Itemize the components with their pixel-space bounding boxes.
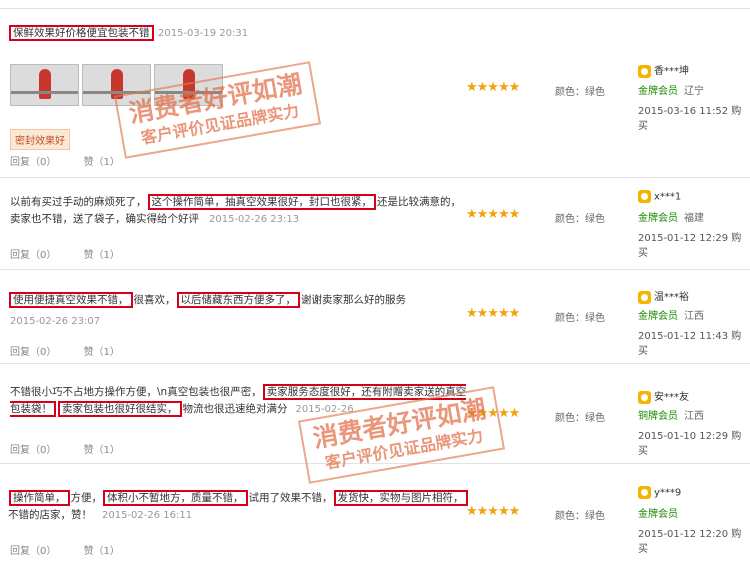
reply-button[interactable]: 回复（0） — [10, 445, 56, 456]
purchase-date: 2015-01-12 12:29 购买 — [638, 233, 742, 259]
review-actions: 回复（0） 赞（1） — [10, 542, 144, 557]
user-icon — [638, 390, 651, 404]
purchase-date: 2015-01-10 12:29 购买 — [638, 431, 742, 457]
reply-button[interactable]: 回复（0） — [10, 157, 56, 168]
highlight-box: 这个操作简单，抽真空效果很好，封口也很紧， — [147, 194, 376, 210]
like-button[interactable]: 赞（1） — [84, 250, 120, 261]
review-actions: 回复（0） 赞（1） — [10, 441, 144, 456]
province: 江西 — [684, 411, 704, 422]
review-item: 使用便捷真空效果不错， 很喜欢， 以后储藏东西方便多了， 谢谢卖家那么好的服务 201… — [0, 270, 750, 364]
reply-button[interactable]: 回复（0） — [10, 546, 56, 557]
color-label: 颜色：绿色 — [555, 511, 605, 522]
user-icon — [638, 190, 651, 203]
highlight-box: 保鲜效果好价格便宜包装不错 — [9, 25, 154, 41]
color-label: 颜色：绿色 — [555, 87, 605, 98]
review-text: 以前有买过手动的麻烦死了， 这个操作简单，抽真空效果很好，封口也很紧， 还是比较满意… — [10, 194, 461, 225]
like-button[interactable]: 赞（1） — [84, 347, 120, 358]
rating-stars: ★★★★★ — [466, 80, 520, 95]
review-text: 使用便捷真空效果不错， 很喜欢， 以后储藏东西方便多了， 谢谢卖家那么好的服务 — [8, 292, 468, 309]
purchase-date: 2015-01-12 12:20 购买 — [638, 529, 742, 555]
reviewer-name: 温***裕 — [654, 292, 689, 303]
review-photo[interactable] — [10, 64, 79, 106]
like-button[interactable]: 赞（1） — [84, 157, 120, 168]
reviewer[interactable]: x***1 — [638, 190, 681, 203]
rating-stars: ★★★★★ — [466, 207, 520, 222]
like-button[interactable]: 赞（1） — [84, 445, 120, 456]
reviewer[interactable]: 安***友 — [638, 388, 689, 404]
reviewer[interactable]: y***9 — [638, 486, 681, 499]
member-level: 铜牌会员 江西 — [638, 411, 704, 422]
color-label: 颜色：绿色 — [555, 413, 605, 424]
reviewer[interactable]: 温***裕 — [638, 288, 689, 304]
review-text: 操作简单， 方便， 体积小不暂地方，质量不错， 试用了效果不错， 发货快，实物与图片相符… — [8, 490, 470, 524]
review-actions: 回复（0） 赞（1） — [10, 343, 144, 358]
review-date: 2015-02-26 23:07 — [10, 316, 101, 327]
reviewer-name: 香***坤 — [654, 66, 689, 77]
reviewer-name: x***1 — [654, 191, 682, 203]
like-button[interactable]: 赞（1） — [84, 546, 120, 557]
review-date: 2015-02-26 16:11 — [102, 510, 193, 521]
user-icon — [638, 290, 651, 304]
highlight-box: 以后储藏东西方便多了， — [176, 292, 300, 308]
highlight-box: 使用便捷真空效果不错， — [9, 292, 133, 308]
highlight-box: 体积小不暂地方，质量不错， — [103, 490, 248, 506]
member-level: 金牌会员 — [638, 509, 678, 520]
rating-stars: ★★★★★ — [466, 504, 520, 519]
highlight-box: 操作简单， — [9, 490, 70, 506]
user-icon — [638, 486, 651, 499]
purchase-date: 2015-01-12 11:43 购买 — [638, 331, 742, 357]
highlight-box: 卖家包装也很好很结实， — [58, 401, 182, 417]
reviewer[interactable]: 香***坤 — [638, 62, 689, 78]
review-item: 保鲜效果好价格便宜包装不错 2015-03-19 20:31 密封效果好 ★★★… — [0, 9, 750, 178]
reply-button[interactable]: 回复（0） — [10, 347, 56, 358]
review-date: 2015-02-26 23:13 — [209, 214, 300, 225]
member-level: 金牌会员 福建 — [638, 213, 704, 224]
top-divider — [0, 0, 750, 9]
province: 江西 — [684, 311, 704, 322]
reply-button[interactable]: 回复（0） — [10, 250, 56, 261]
rating-stars: ★★★★★ — [466, 306, 520, 321]
review-tag: 密封效果好 — [10, 129, 70, 150]
review-text: 保鲜效果好价格便宜包装不错 — [8, 25, 155, 42]
color-label: 颜色：绿色 — [555, 313, 605, 324]
reviewer-name: y***9 — [654, 487, 682, 499]
review-date: 2015-03-19 20:31 — [158, 28, 249, 39]
province: 福建 — [684, 213, 704, 224]
user-icon — [638, 64, 651, 78]
color-label: 颜色：绿色 — [555, 214, 605, 225]
reviewer-name: 安***友 — [654, 392, 689, 403]
member-level: 金牌会员 江西 — [638, 311, 704, 322]
review-actions: 回复（0） 赞（1） — [10, 246, 144, 261]
purchase-date: 2015-03-16 11:52 购买 — [638, 106, 742, 132]
province: 辽宁 — [684, 86, 704, 97]
highlight-box: 发货快，实物与图片相符， — [333, 490, 468, 506]
member-level: 金牌会员 辽宁 — [638, 86, 704, 97]
review-item: 以前有买过手动的麻烦死了， 这个操作简单，抽真空效果很好，封口也很紧， 还是比较满意… — [0, 178, 750, 270]
review-item: 操作简单， 方便， 体积小不暂地方，质量不错， 试用了效果不错， 发货快，实物与图片相符… — [0, 464, 750, 563]
